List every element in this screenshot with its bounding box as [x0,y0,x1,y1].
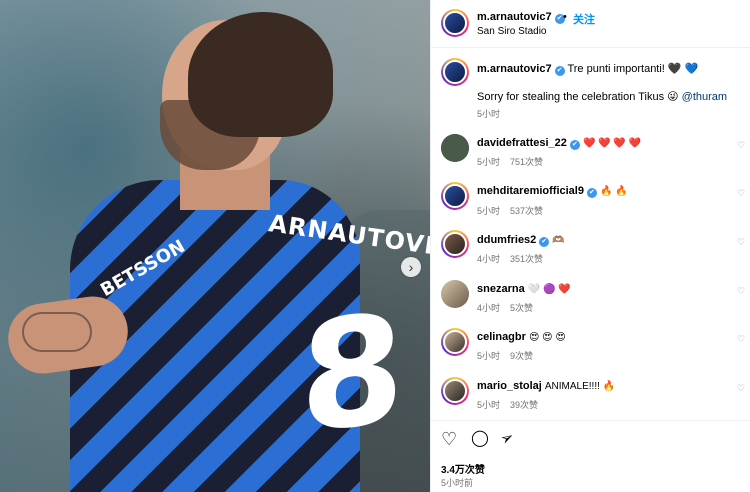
comment-username[interactable]: mehditaremiofficial9 [477,185,584,197]
comment-time: 5小时 [477,351,501,361]
comment-text: 🔥 🔥 [600,186,628,197]
comment-likes[interactable]: 351次赞 [510,254,543,264]
caption-line-2: Sorry for stealing the celebration Tikus… [477,90,727,103]
comment-text: 🤍 🟣 ❤️ [527,284,571,295]
verified-icon: ✔ [569,140,580,150]
author-username[interactable]: m.arnautovic7 ✔ [477,11,565,24]
author-avatar[interactable] [441,9,469,37]
comment-item: davidefrattesi_22 ✔ ❤️ ❤️ ❤️ ❤️ [477,137,641,150]
caption-time: 5小时 [477,109,501,119]
comment-like-icon[interactable]: ♡ [737,384,746,393]
comment-username[interactable]: davidefrattesi_22 [477,137,567,149]
comment-icon[interactable]: ◯ [471,430,489,448]
comment-meta: 4小时 5次赞 [477,301,543,314]
caption-username-text[interactable]: m.arnautovic7 [477,63,552,75]
comment-text: 😍 😍 😍 [528,332,566,343]
comment-time: 5小时 [477,206,501,216]
comment-avatar[interactable] [441,182,469,210]
like-count[interactable]: 3.4万次赞 [441,461,485,476]
comment-item: celinagbr 😍 😍 😍 [477,331,566,343]
verified-icon: ✔ [539,237,550,247]
mention-link[interactable]: @thuram [682,91,727,103]
comment-likes[interactable]: 39次赞 [510,400,538,410]
author-username-text[interactable]: m.arnautovic7 [477,11,552,23]
comment-meta: 4小时 351次赞 [477,252,553,265]
comment-item: ddumfries2 ✔ 🫶🏽 [477,234,565,247]
comment-time: 4小时 [477,303,501,313]
caption-text: Tre punti importanti! 🖤 💙 [567,63,699,75]
photo-hair [188,12,333,137]
comment-item: mehditaremiofficial9 ✔ 🔥 🔥 [477,185,628,198]
post-time: 5小时前 [441,478,474,488]
comment-like-icon[interactable]: ♡ [737,238,746,247]
post-sidebar: m.arnautovic7 ✔ • 关注 San Siro Stadio m.ar… [430,0,750,492]
like-heart-icon[interactable]: ♡ [441,430,457,448]
comment-avatar[interactable] [441,377,469,405]
comment-text: ❤️ ❤️ ❤️ ❤️ [582,138,642,149]
separator-dot: • [563,11,567,23]
comment-time: 4小时 [477,254,501,264]
comment-text: ANIMALE!!!! 🔥 [544,381,616,392]
comment-text: 🫶🏽 [552,235,565,246]
comment-likes[interactable]: 751次赞 [510,157,543,167]
comment-likes[interactable]: 537次赞 [510,206,543,216]
comment-like-icon[interactable]: ♡ [737,287,746,296]
caption-avatar[interactable] [441,58,469,86]
next-photo-button[interactable]: › [401,257,421,277]
photo-tattoo [22,312,92,352]
comment-likes[interactable]: 9次赞 [510,351,533,361]
verified-icon: ✔ [586,188,597,198]
caption-text-2: Sorry for stealing the celebration Tikus… [477,91,682,103]
location-link[interactable]: San Siro Stadio [477,26,547,37]
follow-button[interactable]: 关注 [573,11,595,27]
comment-username[interactable]: mario_stolaj [477,380,542,392]
comment-avatar[interactable] [441,280,469,308]
comment-username[interactable]: celinagbr [477,331,526,343]
comment-item: snezarna 🤍 🟣 ❤️ [477,283,571,295]
caption-line-1: m.arnautovic7 ✔ Tre punti importanti! 🖤 💙 [477,62,698,76]
comment-username[interactable]: ddumfries2 [477,234,536,246]
comment-like-icon[interactable]: ♡ [737,189,746,198]
comment-meta: 5小时 39次赞 [477,398,548,411]
comment-avatar[interactable] [441,230,469,258]
comment-likes[interactable]: 5次赞 [510,303,533,313]
comment-username[interactable]: snezarna [477,283,525,295]
comment-time: 5小时 [477,157,501,167]
comment-time: 5小时 [477,400,501,410]
post-dialog: ARNAUTOVIĆ BETSSON 8 › m.arnautovic7✔ • … [0,0,750,492]
post-photo[interactable]: ARNAUTOVIĆ BETSSON 8 › [0,0,430,492]
caption-username[interactable]: m.arnautovic7 ✔ [477,63,565,76]
comment-avatar[interactable] [441,328,469,356]
comment-meta: 5小时 751次赞 [477,155,553,168]
comment-avatar[interactable] [441,134,469,162]
verified-icon: ✔ [554,66,565,76]
post-header: m.arnautovic7 ✔ • 关注 San Siro Stadio [431,0,750,48]
comment-item: mario_stolaj ANIMALE!!!! 🔥 [477,380,615,392]
comment-like-icon[interactable]: ♡ [737,335,746,344]
comment-meta: 5小时 9次赞 [477,349,543,362]
comment-like-icon[interactable]: ♡ [737,141,746,150]
jersey-number: 8 [300,282,404,467]
comment-meta: 5小时 537次赞 [477,204,553,217]
